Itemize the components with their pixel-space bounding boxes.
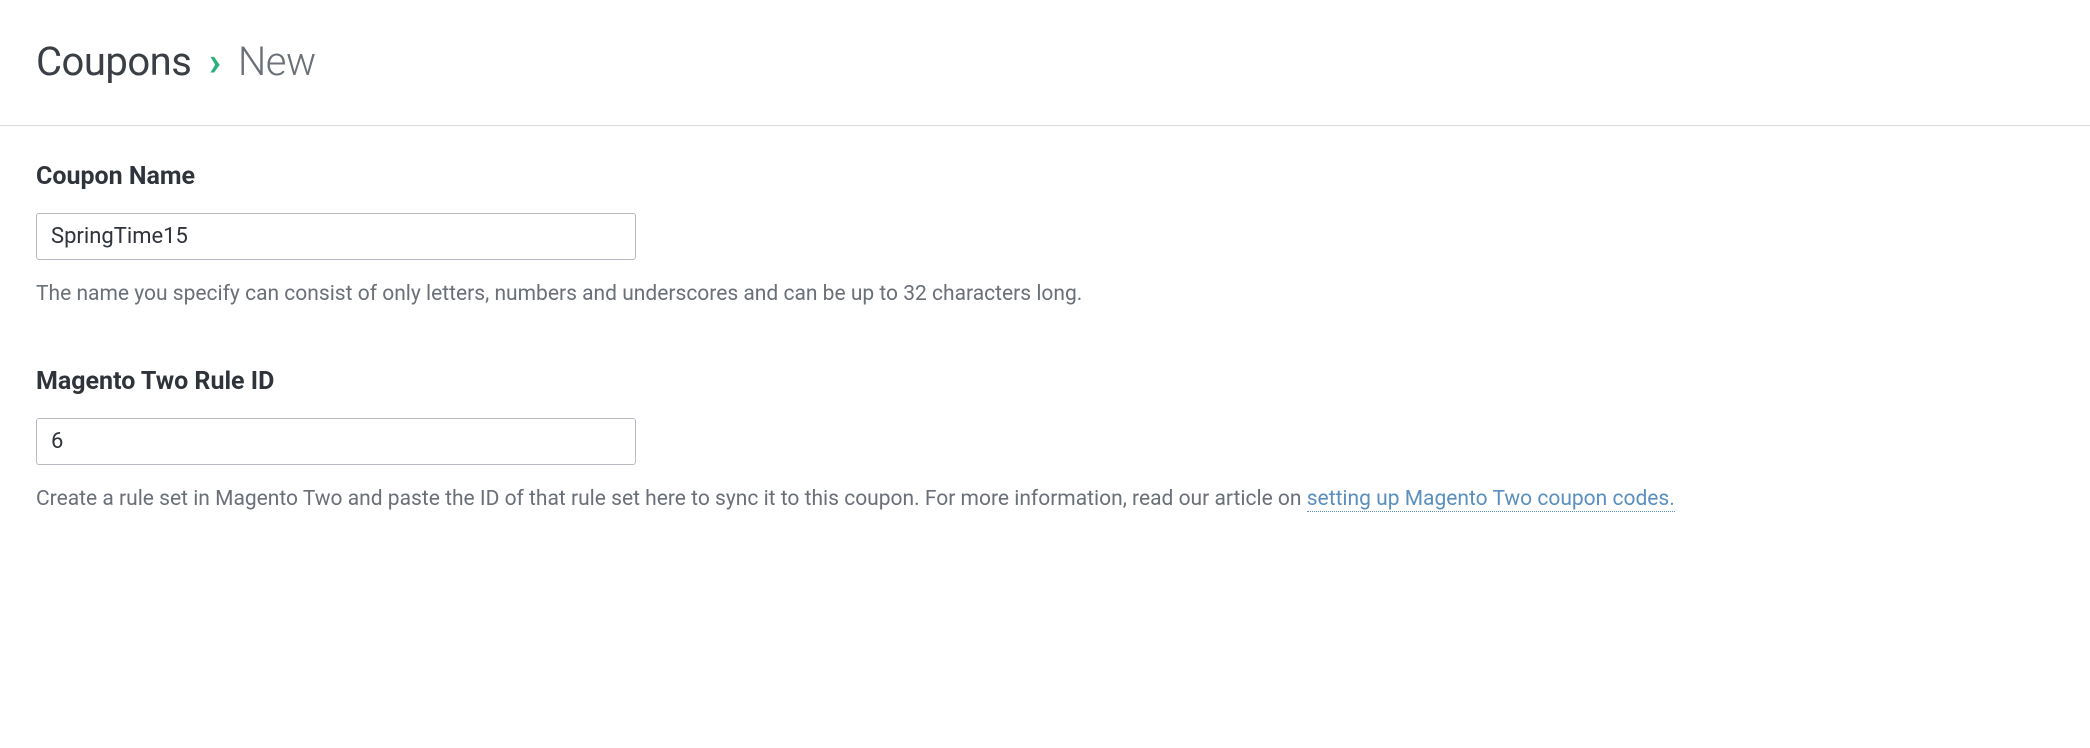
coupon-name-group: Coupon Name The name you specify can con… [36,162,2054,309]
rule-id-label: Magento Two Rule ID [36,367,2054,396]
rule-id-help-text: Create a rule set in Magento Two and pas… [36,487,1307,511]
chevron-right-icon: › [201,38,229,85]
page-header: Coupons › New [0,0,2090,125]
form-area: Coupon Name The name you specify can con… [0,126,2090,515]
breadcrumb-current: New [238,38,316,85]
rule-id-input[interactable] [36,418,636,465]
breadcrumb-root[interactable]: Coupons [36,38,191,85]
coupon-name-help: The name you specify can consist of only… [36,280,2054,309]
rule-id-help-link[interactable]: setting up Magento Two coupon codes. [1307,487,1675,512]
coupon-name-input[interactable] [36,213,636,260]
rule-id-help: Create a rule set in Magento Two and pas… [36,485,2054,514]
coupon-name-label: Coupon Name [36,162,2054,191]
breadcrumb: Coupons › New [36,38,2054,85]
rule-id-group: Magento Two Rule ID Create a rule set in… [36,367,2054,514]
